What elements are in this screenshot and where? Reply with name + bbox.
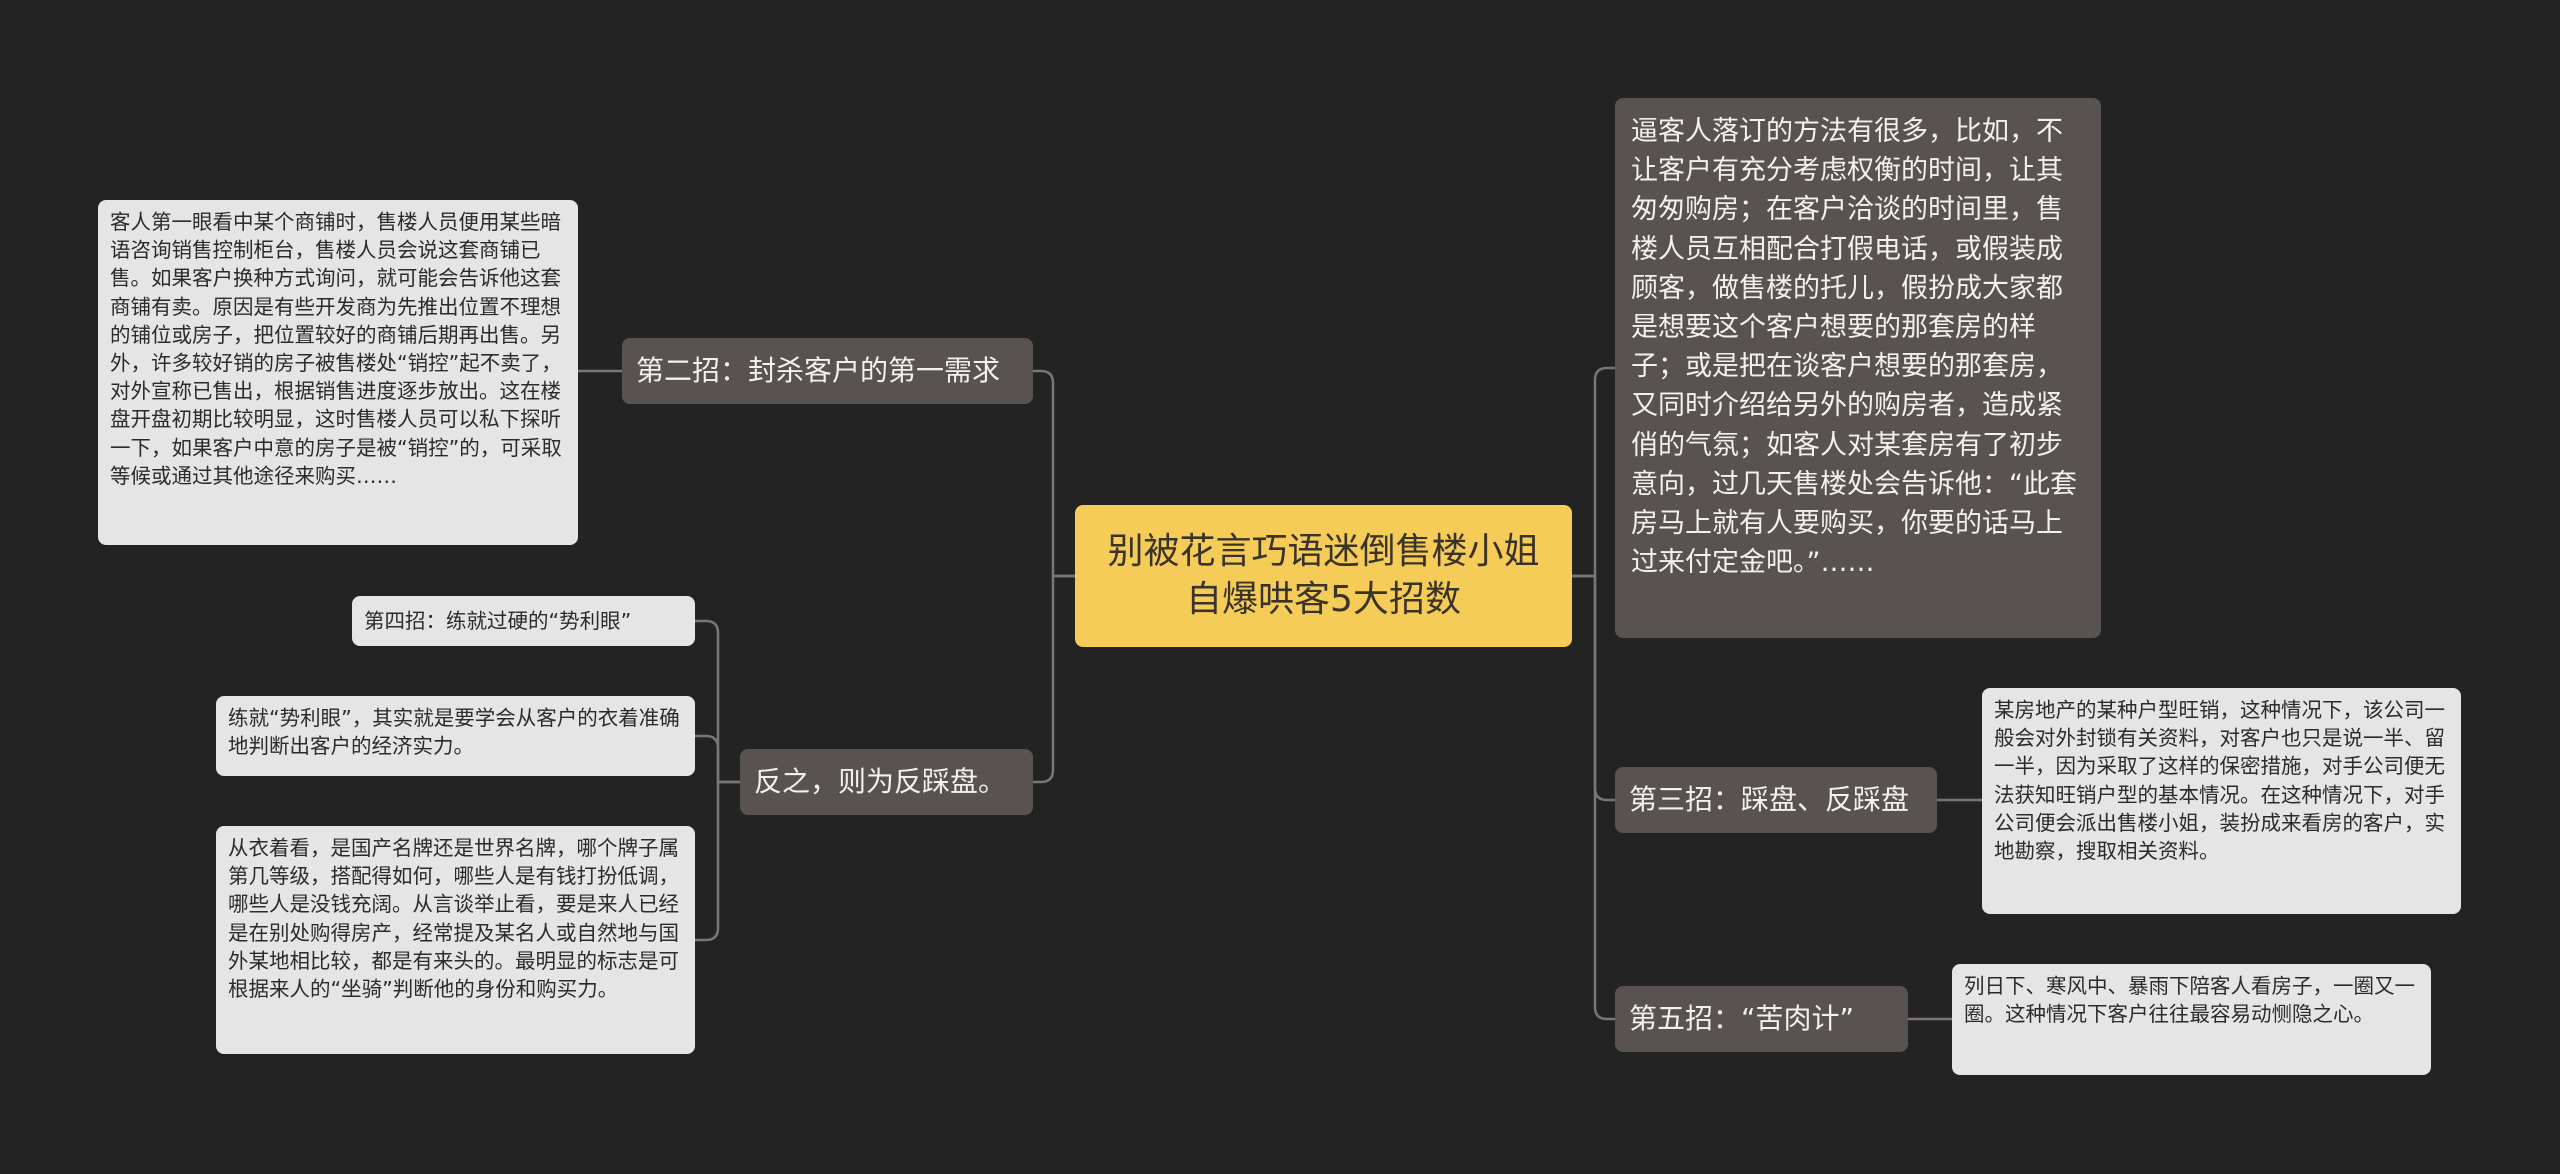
link-root-right-0 bbox=[1572, 366, 1615, 578]
note-snob-eye[interactable]: 练就“势利眼”，其实就是要学会从客户的衣着准确地判断出客户的经济实力。 bbox=[216, 696, 695, 776]
note-judge-by-dress[interactable]: 从衣着看，是国产名牌还是世界名牌，哪个牌子属第几等级，搭配得如何，哪些人是有钱打… bbox=[216, 826, 695, 1054]
note-third-move-text: 某房地产的某种户型旺销，这种情况下，该公司一般会对外封锁有关资料，对客户也只是说… bbox=[1994, 698, 2445, 864]
note-snob-eye-text: 练就“势利眼”，其实就是要学会从客户的衣着准确地判断出客户的经济实力。 bbox=[228, 706, 680, 759]
topic-reverse-survey[interactable]: 反之，则为反踩盘。 bbox=[740, 749, 1033, 815]
topic-second-move[interactable]: 第二招：封杀客户的第一需求 bbox=[622, 338, 1033, 404]
topic-reverse-survey-label: 反之，则为反踩盘。 bbox=[754, 765, 1007, 798]
link-root-left-0 bbox=[1033, 369, 1075, 578]
root-topic[interactable]: 别被花言巧语迷倒售楼小姐自爆哄客5大招数 bbox=[1075, 505, 1572, 647]
topic-force-deposit-text: 逼客人落订的方法有很多，比如，不让客户有充分考虑权衡的时间，让其匆匆购房；在客户… bbox=[1631, 116, 2077, 579]
link-n-l1-1 bbox=[695, 734, 740, 784]
topic-fifth-move-label: 第五招：“苦肉计” bbox=[1629, 1002, 1855, 1035]
link-root-right-1 bbox=[1572, 574, 1615, 802]
link-root-left-1 bbox=[1033, 574, 1075, 784]
note-fourth-move-title-text: 第四招：练就过硬的“势利眼” bbox=[364, 608, 632, 633]
topic-third-move[interactable]: 第三招：踩盘、反踩盘 bbox=[1615, 767, 1937, 833]
link-n-l1-2 bbox=[695, 780, 740, 942]
note-judge-by-dress-text: 从衣着看，是国产名牌还是世界名牌，哪个牌子属第几等级，搭配得如何，哪些人是有钱打… bbox=[228, 836, 679, 1002]
note-fifth-move-text: 列日下、寒风中、暴雨下陪客人看房子，一圈又一圈。这种情况下客户往往最容易动恻隐之… bbox=[1964, 974, 2415, 1027]
note-second-move-detail[interactable]: 客人第一眼看中某个商铺时，售楼人员便用某些暗语咨询销售控制柜台，售楼人员会说这套… bbox=[98, 200, 578, 545]
root-topic-label: 别被花言巧语迷倒售楼小姐自爆哄客5大招数 bbox=[1107, 531, 1540, 620]
note-third-move-detail[interactable]: 某房地产的某种户型旺销，这种情况下，该公司一般会对外封锁有关资料，对客户也只是说… bbox=[1982, 688, 2461, 914]
topic-force-deposit[interactable]: 逼客人落订的方法有很多，比如，不让客户有充分考虑权衡的时间，让其匆匆购房；在客户… bbox=[1615, 98, 2101, 638]
topic-second-move-label: 第二招：封杀客户的第一需求 bbox=[636, 354, 1001, 387]
link-root-right-2 bbox=[1572, 574, 1615, 1021]
note-fourth-move-title[interactable]: 第四招：练就过硬的“势利眼” bbox=[352, 596, 695, 646]
topic-fifth-move[interactable]: 第五招：“苦肉计” bbox=[1615, 986, 1908, 1052]
mind-map-canvas: 别被花言巧语迷倒售楼小姐自爆哄客5大招数 第二招：封杀客户的第一需求 客人第一眼… bbox=[0, 0, 2560, 1174]
topic-third-move-label: 第三招：踩盘、反踩盘 bbox=[1629, 783, 1910, 816]
note-second-move-text: 客人第一眼看中某个商铺时，售楼人员便用某些暗语咨询销售控制柜台，售楼人员会说这套… bbox=[110, 210, 562, 488]
note-fifth-move-detail[interactable]: 列日下、寒风中、暴雨下陪客人看房子，一圈又一圈。这种情况下客户往往最容易动恻隐之… bbox=[1952, 964, 2431, 1075]
